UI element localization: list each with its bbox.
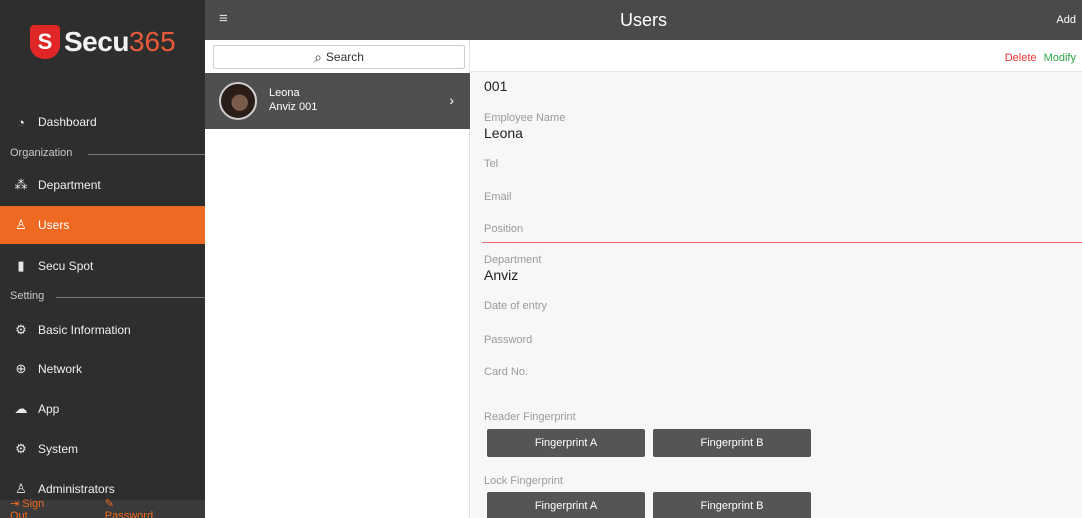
- sign-out-label: Sign Out: [10, 497, 45, 518]
- password-link[interactable]: ✎ Password: [105, 497, 185, 518]
- top-bar: ≡ Users Add: [205, 0, 1082, 40]
- search-icon: ⌕: [314, 48, 322, 65]
- sidebar-item-department[interactable]: ⁂ Department: [0, 167, 205, 203]
- password-field-label: Password: [484, 334, 533, 346]
- sidebar: S Secu 365 ◔ Dashboard Organization ⁂ Dep…: [0, 0, 205, 518]
- logo-badge: S: [30, 25, 60, 59]
- reader-fingerprint-a-button[interactable]: Fingerprint A: [487, 429, 645, 457]
- door-icon: ▮: [17, 258, 25, 273]
- user-subtitle: Anviz 001: [269, 101, 318, 113]
- sidebar-item-label: Network: [38, 362, 83, 376]
- modify-button[interactable]: Modify: [1044, 52, 1076, 64]
- department-icon: ⁂: [14, 177, 28, 192]
- sidebar-item-basic-information[interactable]: ⚙ Basic Information: [0, 312, 205, 348]
- delete-button[interactable]: Delete: [1005, 52, 1037, 64]
- lock-fingerprint-label: Lock Fingerprint: [484, 475, 563, 487]
- sidebar-item-label: Basic Information: [38, 323, 131, 337]
- sidebar-item-app[interactable]: ☁ App: [0, 391, 205, 427]
- department-value: Anviz: [484, 267, 519, 283]
- detail-actions: Delete Modify: [1005, 52, 1076, 64]
- employee-name-value: Leona: [484, 125, 523, 141]
- employee-id-value: 001: [484, 78, 508, 94]
- sidebar-item-label: System: [38, 442, 79, 456]
- search-input[interactable]: ⌕ Search: [213, 45, 465, 69]
- position-underline: [482, 242, 1082, 243]
- date-of-entry-label: Date of entry: [484, 300, 547, 312]
- dashboard-icon: ◔: [17, 114, 25, 130]
- gear-icon: ⚙: [15, 322, 27, 337]
- cloud-icon: ☁: [14, 401, 28, 416]
- logo-number: 365: [128, 26, 176, 57]
- section-divider: [88, 154, 205, 155]
- user-icon: ♙: [15, 217, 27, 232]
- lock-fingerprint-b-button[interactable]: Fingerprint B: [653, 492, 811, 518]
- user-name: Leona: [269, 87, 300, 99]
- globe-icon: ⊕: [15, 361, 27, 376]
- card-no-label: Card No.: [484, 366, 529, 378]
- page-title: Users: [619, 10, 667, 30]
- search-label: Search: [325, 50, 364, 64]
- section-organization: Organization: [10, 147, 72, 159]
- admin-icon: ♙: [15, 481, 27, 496]
- detail-header: Delete Modify: [471, 40, 1082, 72]
- department-label: Department: [484, 254, 542, 266]
- sign-out-link[interactable]: ⇥ Sign Out: [10, 497, 85, 518]
- tel-label: Tel: [484, 158, 499, 170]
- sidebar-item-label: App: [38, 402, 60, 416]
- sidebar-item-dashboard[interactable]: ◔ Dashboard: [0, 104, 205, 140]
- add-button[interactable]: Add: [1056, 14, 1076, 26]
- reader-fingerprint-b-button[interactable]: Fingerprint B: [653, 429, 811, 457]
- sidebar-item-label: Secu Spot: [38, 259, 94, 273]
- sidebar-item-users[interactable]: ♙ Users: [0, 206, 205, 244]
- sidebar-item-label: Dashboard: [38, 115, 97, 129]
- user-list-pane: ⌕ Search Leona Anviz 001 ›: [205, 40, 470, 518]
- section-label: Organization: [10, 147, 73, 159]
- sidebar-item-label: Administrators: [38, 482, 115, 496]
- logo-name: Secu: [64, 26, 129, 57]
- chevron-right-icon: ›: [449, 92, 454, 108]
- section-divider: [56, 297, 205, 298]
- employee-name-label: Employee Name: [484, 112, 566, 124]
- section-setting: Setting: [10, 290, 44, 302]
- sidebar-item-system[interactable]: ⚙ System: [0, 431, 205, 467]
- position-label: Position: [484, 223, 524, 235]
- lock-fingerprint-a-button[interactable]: Fingerprint A: [487, 492, 645, 518]
- sidebar-item-label: Users: [38, 218, 70, 232]
- sidebar-item-label: Department: [38, 178, 101, 192]
- section-label: Setting: [10, 290, 45, 302]
- password-label: Password: [104, 509, 154, 518]
- list-item[interactable]: Leona Anviz 001 ›: [205, 73, 470, 129]
- app-logo: S Secu 365: [30, 22, 176, 62]
- sidebar-footer: ⇥ Sign Out ✎ Password: [0, 497, 205, 518]
- sidebar-item-secu-spot[interactable]: ▮ Secu Spot: [0, 248, 205, 284]
- reader-fingerprint-label: Reader Fingerprint: [484, 411, 576, 423]
- avatar: [219, 82, 257, 120]
- sidebar-item-network[interactable]: ⊕ Network: [0, 351, 205, 387]
- gear-icon: ⚙: [15, 441, 27, 456]
- user-detail: 001 Employee Name Leona Tel Email Positi…: [471, 72, 1082, 518]
- email-label: Email: [484, 191, 512, 203]
